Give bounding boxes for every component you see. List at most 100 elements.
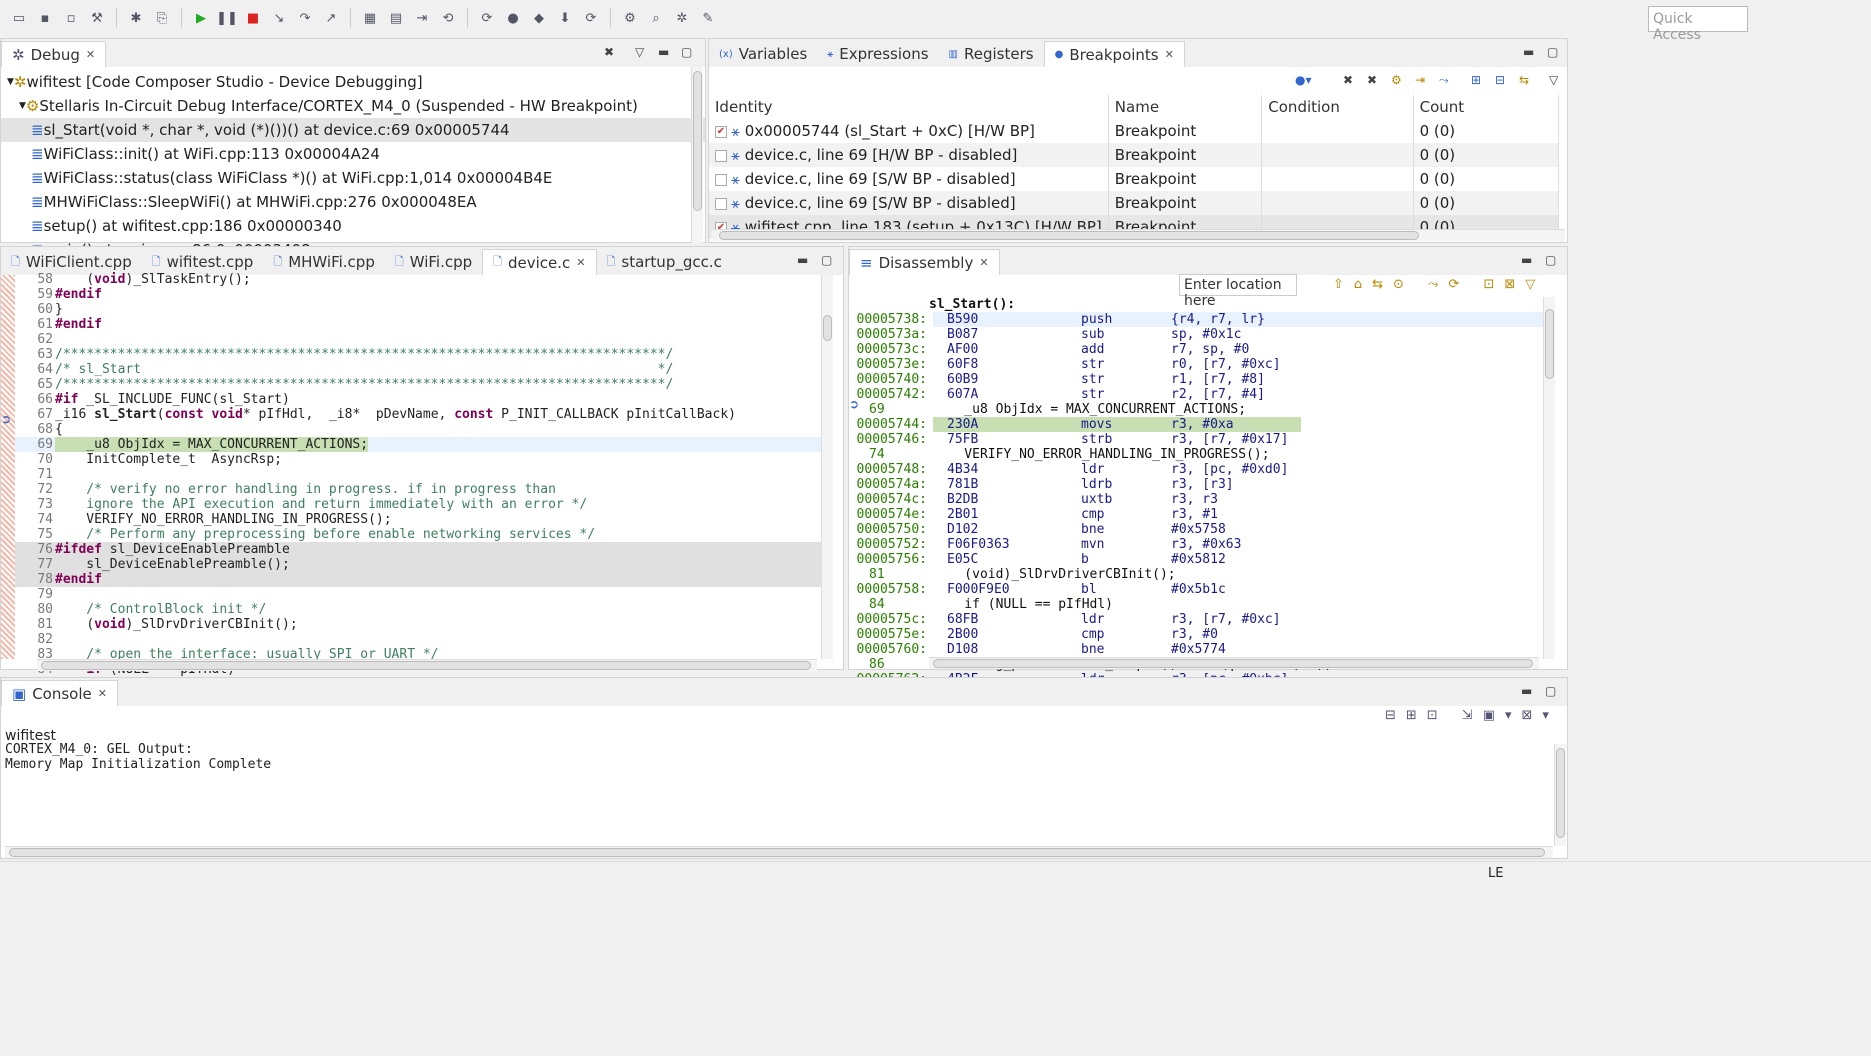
maximize-icon[interactable]: ▢ — [681, 45, 692, 59]
breakpoint-row[interactable]: ⚹ device.c, line 69 [S/W BP - disabled] B… — [709, 167, 1560, 191]
show-breakpoints-icon[interactable]: ⚙ — [1391, 73, 1402, 87]
debug-tree-item[interactable]: ≣ setup() at wifitest.cpp:186 0x00000340 — [1, 214, 705, 238]
step-return-icon[interactable]: ↗ — [320, 7, 342, 29]
build-icon[interactable]: ⚒ — [86, 7, 108, 29]
debug-vscrollbar[interactable] — [691, 67, 703, 243]
reset-icon[interactable]: ⟲ — [437, 7, 459, 29]
disassembly-icon: ≡ — [860, 253, 873, 272]
save-all-icon[interactable]: ▫ — [60, 7, 82, 29]
column-header-name[interactable]: Name — [1108, 95, 1263, 119]
maximize-icon[interactable]: ▢ — [1547, 45, 1558, 59]
minimize-icon[interactable]: ▬ — [1521, 253, 1532, 267]
close-icon[interactable]: ✕ — [98, 687, 107, 700]
breakpoint-row[interactable]: ✔ ⚹ 0x00005744 (sl_Start + 0xC) [H/W BP] B… — [709, 119, 1560, 143]
tab-console[interactable]: ▣ Console ✕ — [1, 680, 118, 706]
remove-all-icon[interactable]: ✖ — [1367, 73, 1377, 87]
close-icon[interactable]: ✕ — [86, 48, 95, 61]
maximize-icon[interactable]: ▢ — [1545, 253, 1556, 267]
breakpoints-hscrollbar[interactable] — [711, 229, 1565, 241]
minimize-icon[interactable]: ▬ — [1523, 45, 1534, 59]
column-header-identity[interactable]: Identity — [709, 95, 1109, 119]
debug-tree-item[interactable]: ▼ ⚙ Stellaris In-Circuit Debug Interface… — [1, 94, 705, 118]
code-line: 62 — [15, 332, 823, 347]
enable-checkbox[interactable] — [715, 149, 727, 162]
enable-checkbox[interactable]: ✔ — [715, 125, 727, 138]
save-icon[interactable]: ▪ — [34, 7, 56, 29]
external-tools-icon[interactable]: ⚙ — [619, 7, 641, 29]
step-into-icon[interactable]: ↘ — [268, 7, 290, 29]
resume-icon[interactable]: ▶ — [190, 7, 212, 29]
minimize-icon[interactable]: ▬ — [1521, 684, 1532, 698]
console-toolbar-icons[interactable]: ⊟⊞⊡ ⇲▣▾⊠▾ — [1385, 708, 1559, 723]
tab-debug[interactable]: ✲ Debug ✕ — [1, 41, 107, 67]
suspend-icon[interactable]: ❚❚ — [216, 7, 238, 29]
location-input[interactable]: Enter location here — [1179, 274, 1297, 309]
console-output[interactable]: CORTEX_M4_0: GEL Output: Memory Map Init… — [5, 742, 271, 772]
maximize-icon[interactable]: ▢ — [821, 253, 832, 267]
connect-icon[interactable]: ⎘ — [151, 7, 173, 29]
skip-all-icon[interactable]: ⤳ — [1439, 73, 1449, 88]
run-to-icon[interactable]: ⇥ — [411, 7, 433, 29]
tab-variables[interactable]: (x) Variables — [709, 41, 817, 67]
breakpoint-row[interactable]: ⚹ device.c, line 69 [S/W BP - disabled] B… — [709, 191, 1560, 215]
debug-tree-item[interactable]: ▼ ✲ wifitest [Code Composer Studio - Dev… — [1, 70, 705, 94]
c-file-icon: 🗋 — [606, 254, 616, 268]
editor-hscrollbar[interactable] — [37, 659, 817, 671]
breakpoint-row[interactable]: ⚹ device.c, line 69 [H/W BP - disabled] B… — [709, 143, 1560, 167]
minimize-icon[interactable]: ▬ — [658, 45, 669, 59]
memory-icon[interactable]: ▤ — [385, 7, 407, 29]
expand-arrow-icon[interactable]: ▼ — [7, 77, 14, 87]
disassembly-vscrollbar[interactable] — [1543, 297, 1555, 659]
link-icon[interactable]: ⇆ — [1519, 73, 1529, 87]
close-icon[interactable]: ✕ — [1165, 48, 1174, 61]
debug-perspective-icon[interactable]: ✲ — [671, 7, 693, 29]
minimize-icon[interactable]: ▬ — [797, 253, 808, 267]
expand-all-icon[interactable]: ⊞ — [1471, 73, 1481, 87]
disassembly-toolbar-icons[interactable]: ⇧⌂⇆⊙ ⤳⟳ ⊡⊠▽ — [1333, 277, 1545, 292]
close-icon[interactable]: ✕ — [576, 256, 585, 269]
debug-tree-item[interactable]: ≣ MHWiFiClass::SleepWiFi() at MHWiFi.cpp… — [1, 190, 705, 214]
restart-icon[interactable]: ⟳ — [476, 7, 498, 29]
new-breakpoint-icon[interactable]: ●▾ — [1295, 73, 1312, 87]
column-header-count[interactable]: Count — [1413, 95, 1560, 119]
count-cell: 0 (0) — [1413, 167, 1560, 191]
console-vscrollbar[interactable] — [1554, 744, 1566, 846]
tab-registers[interactable]: ▥ Registers — [939, 41, 1044, 67]
view-menu-icon[interactable]: ▽ — [1549, 73, 1558, 87]
load-icon[interactable]: ⬇ — [554, 7, 576, 29]
column-header-condition[interactable]: Condition — [1261, 95, 1414, 119]
tab-breakpoints[interactable]: ● Breakpoints ✕ — [1043, 41, 1185, 67]
breakpoint-icon[interactable]: ● — [502, 7, 524, 29]
debug-tree-item[interactable]: ≣ WiFiClass::status(class WiFiClass *)()… — [1, 166, 705, 190]
debug-icon[interactable]: ✱ — [125, 7, 147, 29]
quick-access-input[interactable]: Quick Access — [1648, 6, 1748, 43]
debug-tree-item[interactable]: ≣ sl_Start(void *, char *, void (*)())()… — [1, 118, 705, 142]
refresh-icon[interactable]: ⟳ — [580, 7, 602, 29]
enable-checkbox[interactable] — [715, 173, 727, 186]
tab-expressions[interactable]: ⚹ Expressions — [817, 41, 938, 67]
remove-terminated-icon[interactable]: ✖ — [604, 45, 614, 59]
editor-vscrollbar[interactable] — [821, 275, 833, 659]
disassembly-hscrollbar[interactable] — [929, 657, 1539, 669]
go-to-file-icon[interactable]: ⇥ — [1415, 73, 1425, 87]
console-hscrollbar[interactable] — [5, 846, 1553, 858]
collapse-all-icon[interactable]: ⊟ — [1495, 73, 1505, 87]
enable-checkbox[interactable] — [715, 197, 727, 210]
terminate-icon[interactable]: ■ — [242, 7, 264, 29]
close-icon[interactable]: ✕ — [979, 256, 988, 269]
search-icon[interactable]: ⌕ — [645, 7, 667, 29]
hw-breakpoint-icon[interactable]: ◆ — [528, 7, 550, 29]
view-menu-icon[interactable]: ▽ — [635, 45, 644, 59]
run-perspective-icon[interactable]: ✎ — [697, 7, 719, 29]
remove-icon[interactable]: ✖ — [1343, 73, 1353, 87]
breakpoints-tabbar: (x) Variables ⚹ Expressions ▥ Registers ● Break… — [709, 39, 1567, 67]
new-icon[interactable]: ▭ — [8, 7, 30, 29]
expand-arrow-icon[interactable]: ▼ — [19, 101, 26, 111]
maximize-icon[interactable]: ▢ — [1545, 684, 1556, 698]
tab-disassembly[interactable]: ≡ Disassembly ✕ — [849, 249, 1000, 275]
debug-tree-item[interactable]: ≣ WiFiClass::init() at WiFi.cpp:113 0x00… — [1, 142, 705, 166]
step-over-icon[interactable]: ↷ — [294, 7, 316, 29]
disassembly-row: 0000574e: 2B01 cmp r3, #1 — [853, 507, 1543, 522]
registers-icon[interactable]: ▦ — [359, 7, 381, 29]
